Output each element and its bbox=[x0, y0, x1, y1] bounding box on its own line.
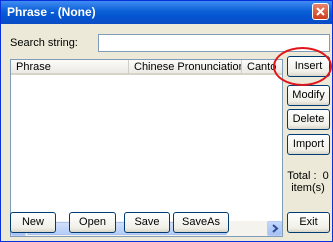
total-count: Total : 0 item(s) bbox=[286, 170, 330, 194]
title-bar[interactable]: Phrase - (None) bbox=[1, 1, 332, 24]
scroll-right-button[interactable] bbox=[267, 221, 282, 236]
search-label: Search string: bbox=[10, 37, 78, 49]
window-title: Phrase - (None) bbox=[7, 5, 96, 19]
insert-highlight-circle bbox=[273, 47, 332, 86]
new-button[interactable]: New bbox=[10, 212, 56, 233]
column-header-phrase[interactable]: Phrase bbox=[11, 60, 129, 75]
total-value: 0 bbox=[322, 170, 329, 182]
phrase-dialog: Phrase - (None) Search string: Phrase Ch… bbox=[0, 0, 333, 242]
delete-button[interactable]: Delete bbox=[287, 109, 330, 130]
close-icon bbox=[316, 7, 325, 16]
import-button[interactable]: Import bbox=[287, 134, 330, 155]
modify-button[interactable]: Modify bbox=[287, 85, 330, 106]
close-button[interactable] bbox=[312, 3, 329, 20]
total-label: Total : bbox=[287, 170, 317, 182]
saveas-button[interactable]: SaveAs bbox=[173, 212, 229, 233]
open-button[interactable]: Open bbox=[69, 212, 116, 233]
exit-button[interactable]: Exit bbox=[287, 212, 330, 233]
column-header-chinese-pronunciation[interactable]: Chinese Pronunciation bbox=[129, 60, 242, 75]
total-unit: item(s) bbox=[291, 182, 325, 194]
chevron-right-icon bbox=[272, 224, 279, 233]
save-button[interactable]: Save bbox=[124, 212, 170, 233]
phrase-list[interactable]: Phrase Chinese Pronunciation Canto bbox=[10, 59, 283, 237]
